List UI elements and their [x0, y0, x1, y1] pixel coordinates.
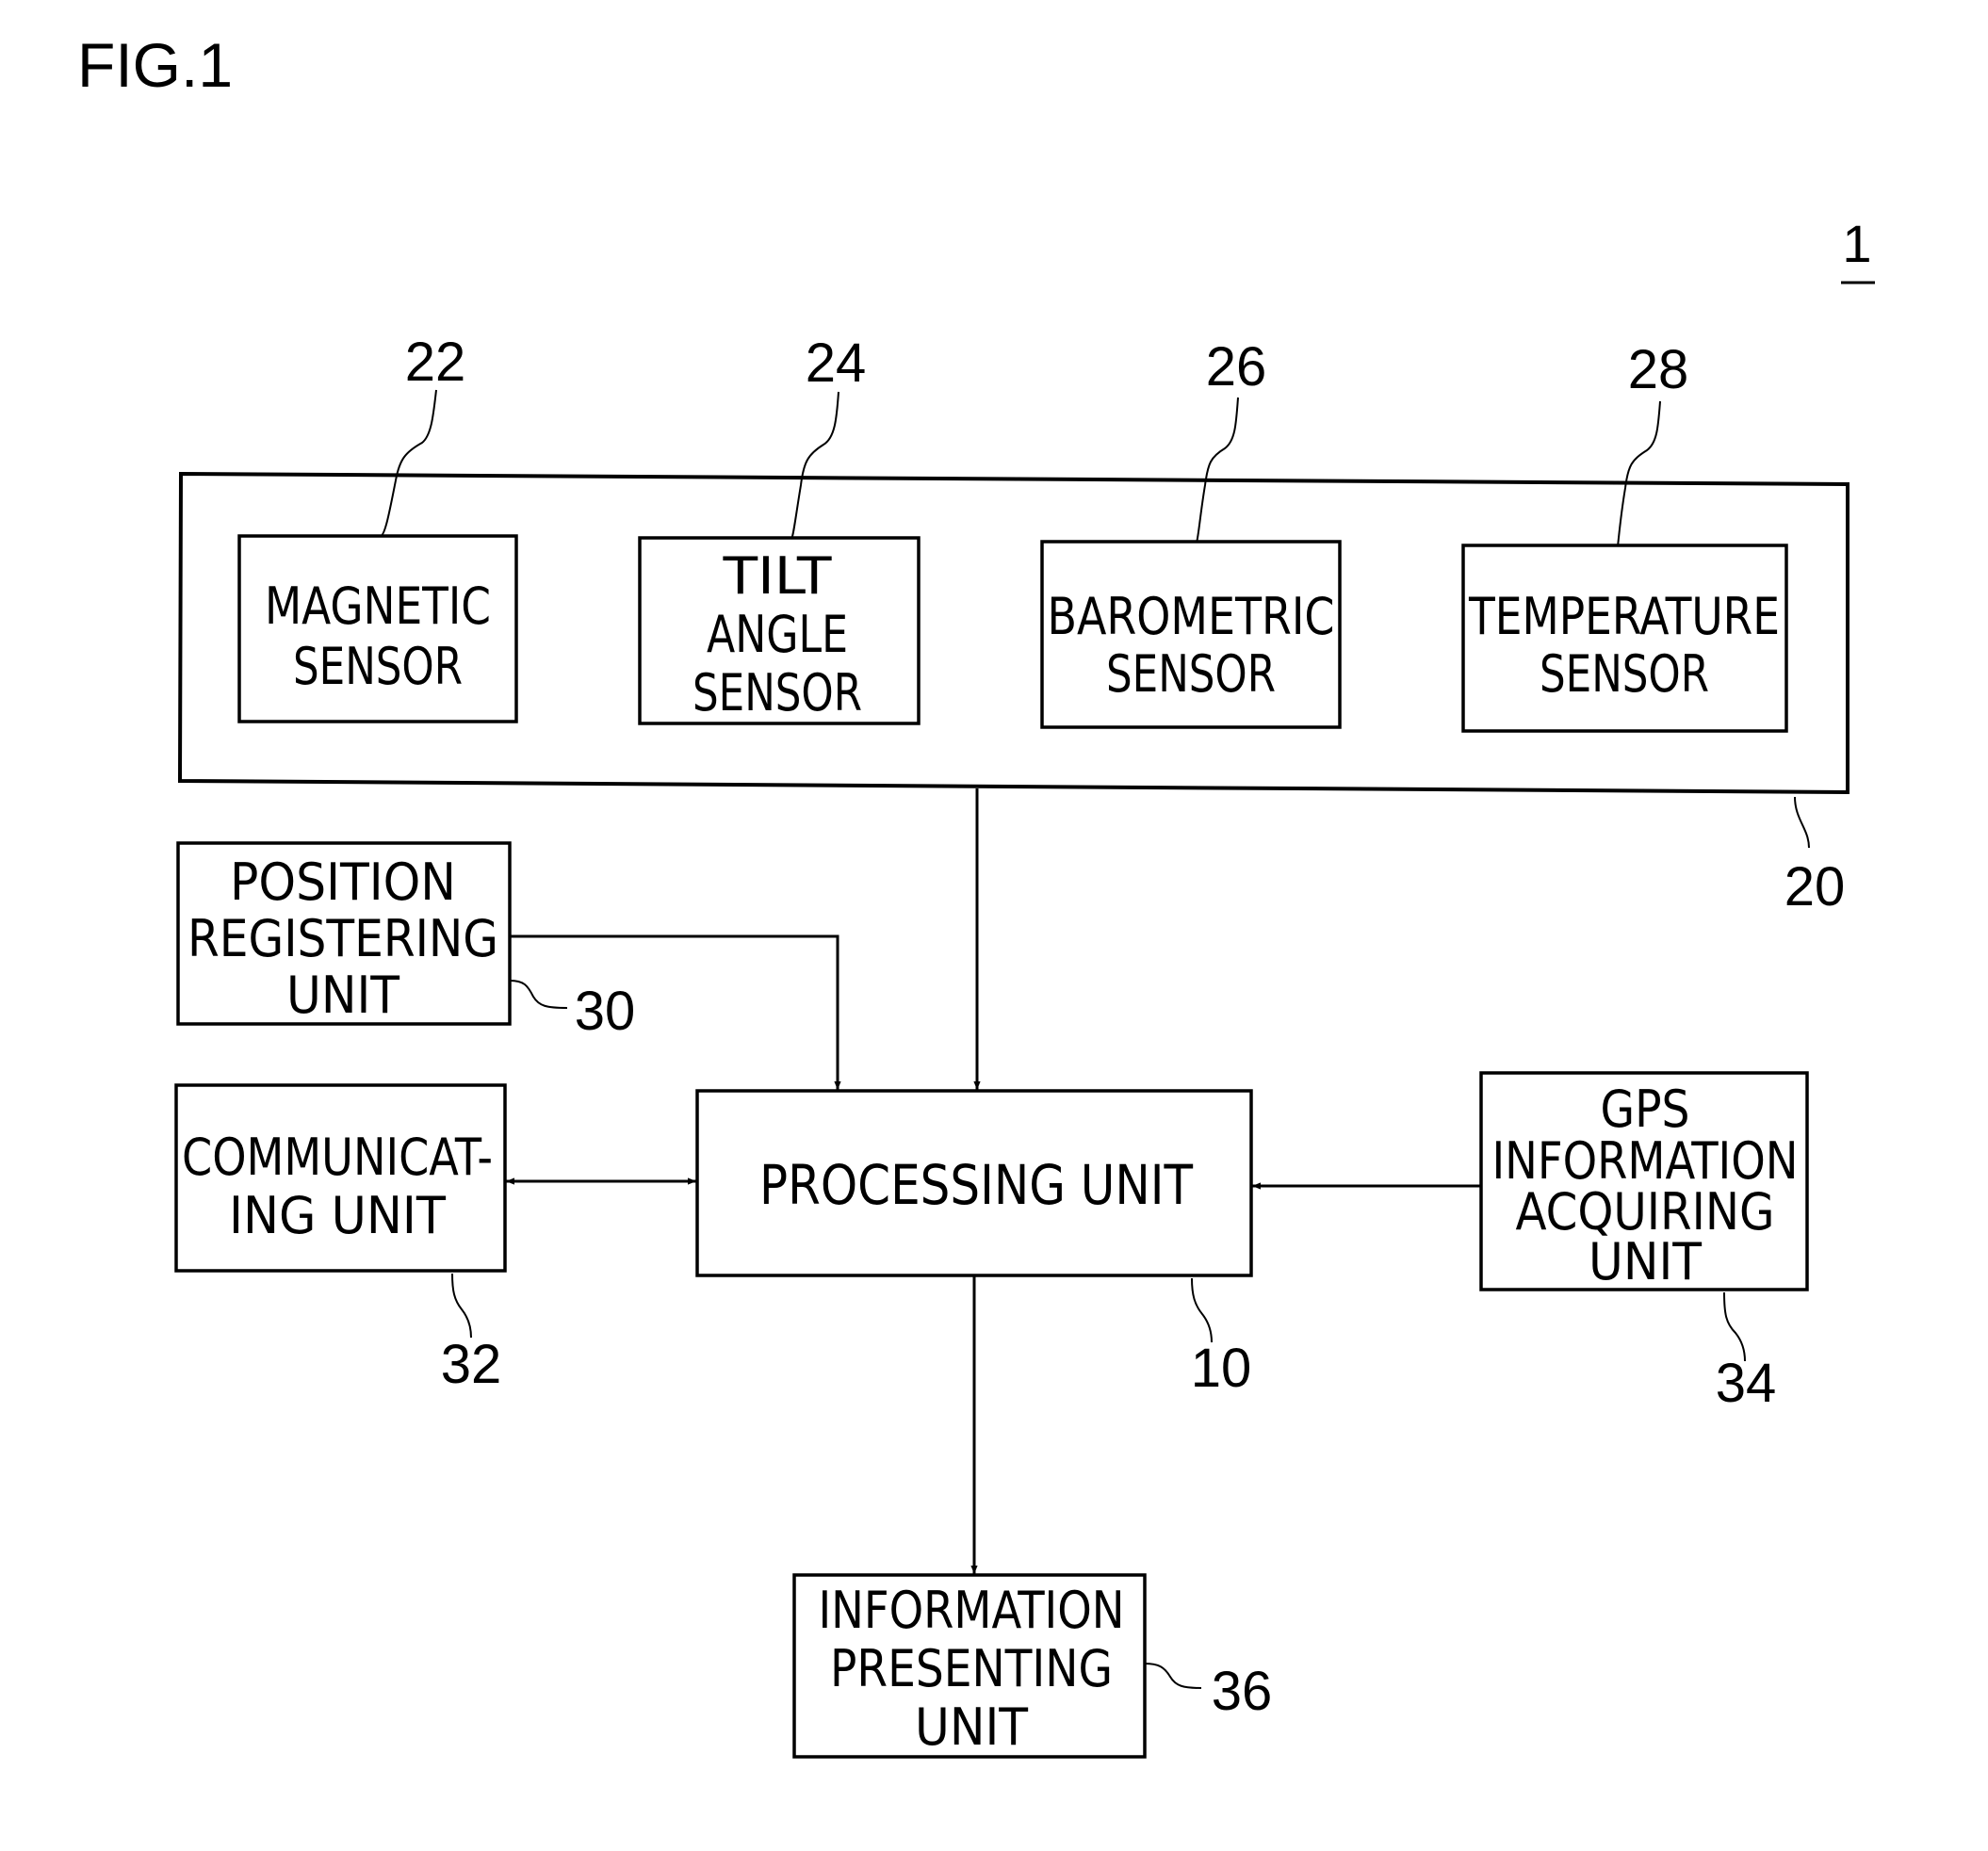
position-registering-unit-leader	[509, 980, 568, 1009]
barometric-sensor-leader	[1196, 397, 1239, 544]
block-diagram: FIG.1 1 20 MAGNETIC SENSOR 22 TILT ANGLE…	[77, 30, 1875, 1759]
position-registering-unit-block: POSITION REGISTERING UNIT	[176, 841, 512, 1026]
position-registering-unit-ref: 30	[575, 981, 636, 1042]
magnetic-sensor-ref: 22	[405, 332, 466, 393]
barometric-sensor-ref: 26	[1206, 336, 1267, 398]
information-presenting-unit-line-1: INFORMATION	[819, 1581, 1125, 1640]
position-registering-unit-line-3: UNIT	[286, 966, 399, 1025]
tilt-angle-sensor-block: TILT ANGLE SENSOR	[638, 536, 921, 725]
processing-unit-label: PROCESSING UNIT	[759, 1153, 1194, 1217]
arrow-position-to-processing	[510, 934, 841, 1090]
barometric-sensor-line-2: SENSOR	[1106, 644, 1276, 704]
magnetic-sensor-line-2: SENSOR	[293, 637, 463, 696]
barometric-sensor-block: BAROMETRIC SENSOR	[1040, 540, 1342, 729]
sensor-group-leader	[1794, 796, 1810, 849]
tilt-angle-sensor-line-2: ANGLE	[707, 605, 848, 664]
information-presenting-unit-leader	[1144, 1663, 1202, 1689]
magnetic-sensor-leader	[380, 389, 437, 537]
communicating-unit-leader	[451, 1273, 472, 1339]
gps-unit-line-1: GPS	[1601, 1080, 1690, 1139]
gps-unit-leader	[1723, 1291, 1746, 1362]
communicating-unit-ref: 32	[441, 1334, 502, 1395]
device-ref-label: 1	[1842, 214, 1871, 273]
tilt-angle-sensor-line-3: SENSOR	[693, 663, 862, 723]
magnetic-sensor-line-1: MAGNETIC	[265, 576, 491, 636]
tilt-angle-sensor-ref: 24	[806, 333, 867, 394]
information-presenting-unit-ref: 36	[1212, 1661, 1273, 1722]
temperature-sensor-block: TEMPERATURE SENSOR	[1461, 544, 1788, 733]
processing-unit-leader	[1191, 1277, 1213, 1343]
position-registering-unit-line-2: REGISTERING	[187, 909, 498, 968]
communicating-unit-line-1: COMMUNICAT-	[182, 1128, 493, 1187]
communicating-unit-block: COMMUNICAT- ING UNIT	[174, 1083, 507, 1273]
temperature-sensor-line-1: TEMPERATURE	[1468, 587, 1780, 646]
barometric-sensor-line-1: BAROMETRIC	[1048, 587, 1335, 646]
information-presenting-unit-block: INFORMATION PRESENTING UNIT	[792, 1573, 1147, 1759]
gps-unit-line-4: UNIT	[1589, 1232, 1702, 1291]
temperature-sensor-ref: 28	[1628, 339, 1689, 400]
processing-unit-block: PROCESSING UNIT	[695, 1089, 1253, 1277]
sensor-group-ref: 20	[1784, 856, 1846, 917]
information-presenting-unit-line-2: PRESENTING	[830, 1639, 1113, 1698]
magnetic-sensor-block: MAGNETIC SENSOR	[237, 534, 518, 723]
tilt-angle-sensor-leader	[790, 391, 839, 540]
temperature-sensor-leader	[1617, 400, 1661, 547]
temperature-sensor-line-2: SENSOR	[1540, 644, 1709, 704]
processing-unit-ref: 10	[1191, 1338, 1252, 1399]
gps-information-acquiring-unit-block: GPS INFORMATION ACQUIRING UNIT	[1479, 1071, 1809, 1291]
position-registering-unit-line-1: POSITION	[230, 852, 456, 912]
communicating-unit-line-2: ING UNIT	[229, 1186, 446, 1245]
information-presenting-unit-line-3: UNIT	[915, 1697, 1028, 1757]
tilt-angle-sensor-line-1: TILT	[722, 546, 832, 606]
figure-title: FIG.1	[77, 30, 233, 100]
gps-information-acquiring-unit-ref: 34	[1716, 1353, 1777, 1414]
